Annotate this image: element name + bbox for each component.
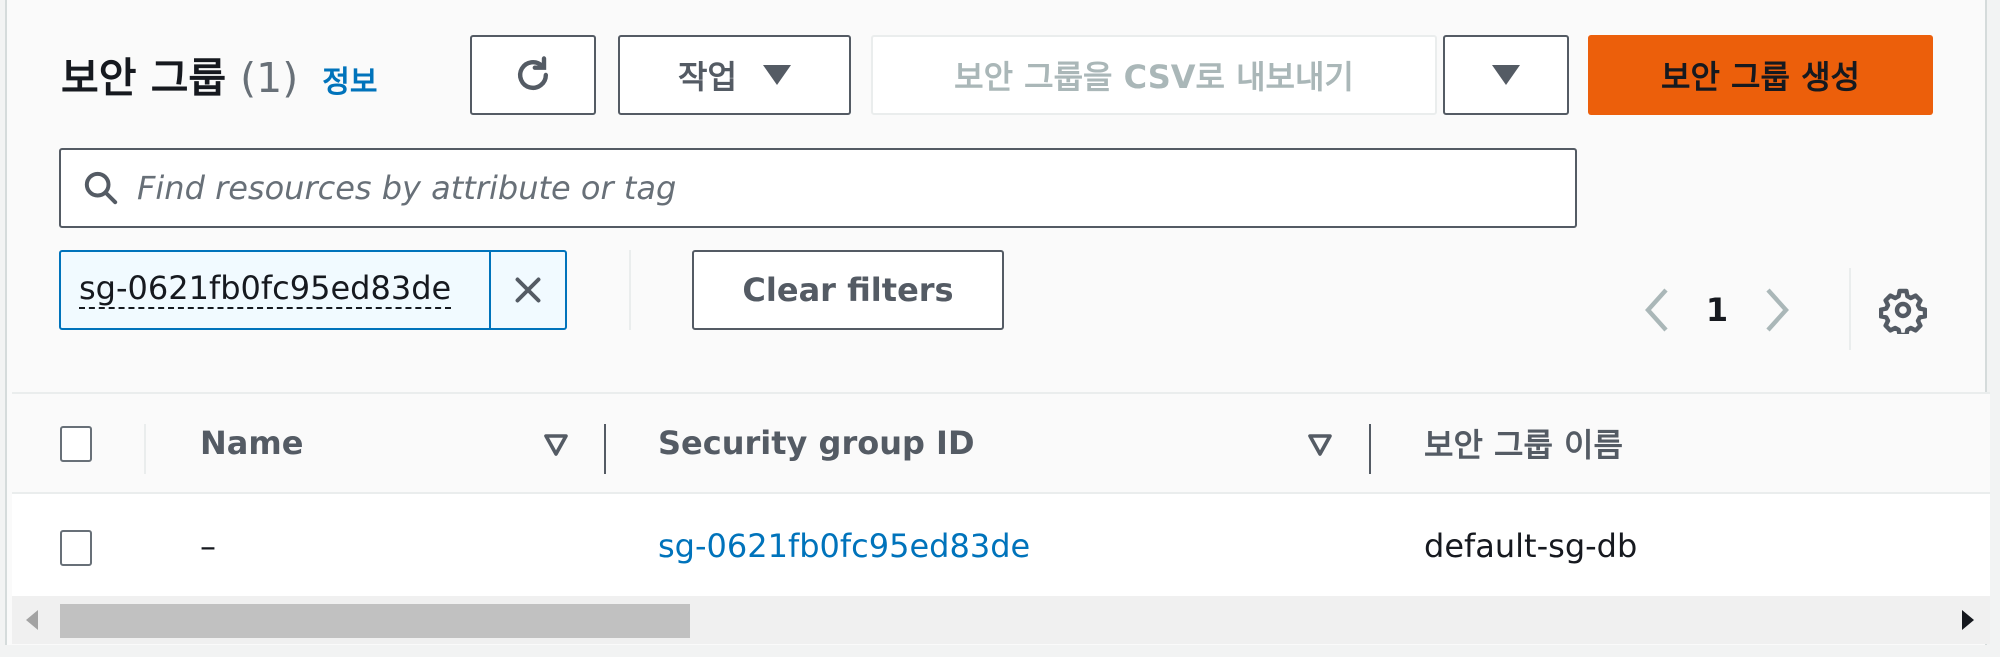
refresh-icon xyxy=(517,56,549,91)
search-bar[interactable] xyxy=(59,148,1577,228)
actions-dropdown[interactable]: 작업 xyxy=(618,35,851,115)
scroll-right-arrow-icon[interactable] xyxy=(1962,610,1974,630)
actions-label: 작업 xyxy=(678,58,737,96)
gear-icon[interactable] xyxy=(1879,286,1927,334)
export-csv-button[interactable]: 보안 그룹을 CSV로 내보내기 xyxy=(871,35,1437,115)
scroll-left-arrow-icon[interactable] xyxy=(26,610,38,630)
security-group-id-link[interactable]: sg-0621fb0fc95ed83de xyxy=(658,527,1030,565)
pagination: 1 xyxy=(1637,280,1797,340)
horizontal-scrollbar[interactable] xyxy=(12,596,1990,644)
column-resize-handle[interactable] xyxy=(1369,424,1371,474)
chevron-right-icon xyxy=(1766,288,1789,332)
sort-icon[interactable] xyxy=(1306,430,1334,458)
search-icon xyxy=(84,171,118,205)
divider xyxy=(1849,268,1851,350)
table-header: Name Security group ID 보안 그룹 이름 xyxy=(12,392,1990,494)
cell-security-group-name: default-sg-db xyxy=(1424,527,1638,565)
cell-security-group-id: sg-0621fb0fc95ed83de xyxy=(658,494,1030,598)
scrollbar-thumb[interactable] xyxy=(60,604,690,638)
sort-icon[interactable] xyxy=(542,430,570,458)
column-header-name[interactable]: Name xyxy=(200,394,303,492)
security-groups-table: Name Security group ID 보안 그룹 이름 – sg-062… xyxy=(12,392,1990,598)
chevron-left-icon xyxy=(1645,288,1668,332)
clear-filters-button[interactable]: Clear filters xyxy=(692,250,1004,330)
clear-filters-label: Clear filters xyxy=(742,271,954,309)
export-options-dropdown[interactable] xyxy=(1443,35,1569,115)
page-number[interactable]: 1 xyxy=(1677,291,1757,329)
refresh-button[interactable] xyxy=(470,35,596,115)
column-header-security-group-name[interactable]: 보안 그룹 이름 xyxy=(1424,394,1623,492)
search-input[interactable] xyxy=(137,169,1575,207)
remove-filter-button[interactable] xyxy=(489,252,565,328)
filter-token-text: sg-0621fb0fc95ed83de xyxy=(79,269,452,309)
table-row[interactable]: – sg-0621fb0fc95ed83de default-sg-db xyxy=(12,494,1990,598)
resource-count: (1) xyxy=(240,54,299,102)
create-security-group-label: 보안 그룹 생성 xyxy=(1661,58,1860,96)
divider xyxy=(629,250,631,330)
close-icon xyxy=(515,277,541,303)
caret-down-icon xyxy=(1492,65,1520,85)
cell-name: – xyxy=(200,527,216,565)
info-link[interactable]: 정보 xyxy=(322,57,377,101)
filter-token[interactable]: sg-0621fb0fc95ed83de xyxy=(59,250,567,330)
security-groups-panel: 보안 그룹 (1) 정보 작업 보안 그룹을 CSV로 내보내기 보안 그룹 생… xyxy=(5,0,1990,645)
select-all-checkbox[interactable] xyxy=(60,426,92,462)
page-title-text: 보안 그룹 xyxy=(61,54,227,102)
create-security-group-button[interactable]: 보안 그룹 생성 xyxy=(1588,35,1933,115)
caret-down-icon xyxy=(762,65,791,85)
export-csv-label: 보안 그룹을 CSV로 내보내기 xyxy=(954,58,1354,96)
filter-token-value[interactable]: sg-0621fb0fc95ed83de xyxy=(61,252,489,328)
next-page-button[interactable] xyxy=(1757,280,1797,340)
column-divider xyxy=(144,424,146,474)
previous-page-button[interactable] xyxy=(1637,280,1677,340)
page-title: 보안 그룹 (1) 정보 xyxy=(61,44,377,104)
column-header-security-group-id[interactable]: Security group ID xyxy=(658,394,975,492)
row-checkbox[interactable] xyxy=(60,530,92,566)
column-resize-handle[interactable] xyxy=(604,424,606,474)
